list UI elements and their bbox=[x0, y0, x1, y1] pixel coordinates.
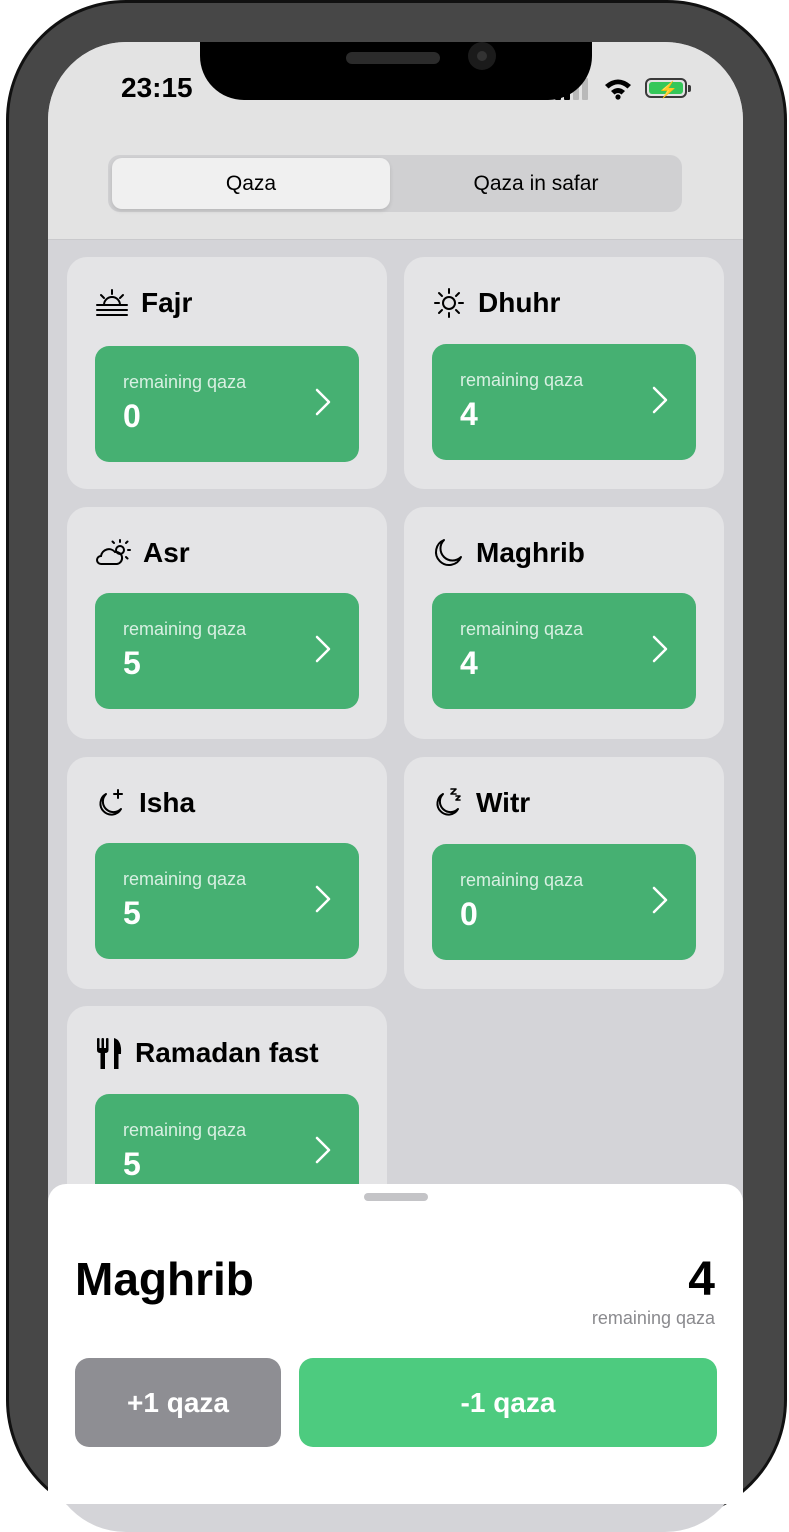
chevron-right-icon bbox=[315, 1136, 331, 1164]
moon-stars-icon bbox=[99, 789, 123, 816]
battery-charging-icon: ⚡ bbox=[645, 78, 691, 99]
remaining-label: remaining qaza bbox=[123, 1120, 247, 1140]
subtract-qaza-button[interactable]: -1 qaza bbox=[299, 1358, 717, 1447]
sun-icon bbox=[434, 288, 464, 318]
remaining-count: 4 bbox=[460, 396, 478, 432]
sheet-grabber[interactable] bbox=[364, 1193, 428, 1201]
front-camera bbox=[468, 42, 496, 70]
moon-icon bbox=[435, 539, 462, 566]
remaining-qaza-button[interactable]: remaining qaza 5 bbox=[95, 843, 359, 959]
fork-knife-icon bbox=[97, 1038, 122, 1069]
remaining-label: remaining qaza bbox=[123, 372, 247, 392]
prayer-title: Ramadan fast bbox=[95, 1036, 319, 1070]
remaining-count: 5 bbox=[123, 895, 141, 931]
cloud-sun-icon bbox=[96, 539, 131, 565]
prayer-name: Maghrib bbox=[476, 537, 585, 568]
remaining-count: 4 bbox=[460, 645, 478, 681]
prayer-name: Isha bbox=[139, 787, 196, 818]
status-time: 23:15 bbox=[121, 72, 193, 103]
prayer-card-fajr: Fajr remaining qaza 0 bbox=[67, 257, 387, 489]
segmented-control: Qaza Qaza in safar bbox=[108, 155, 682, 212]
prayer-card-dhuhr: Dhuhr remaining qaza 4 bbox=[404, 257, 724, 489]
chevron-right-icon bbox=[652, 886, 668, 914]
remaining-qaza-button[interactable]: remaining qaza 4 bbox=[432, 344, 696, 460]
remaining-qaza-button[interactable]: remaining qaza 0 bbox=[432, 844, 696, 960]
prayer-title: Fajr bbox=[95, 287, 192, 319]
speaker bbox=[346, 52, 440, 64]
tab-qaza[interactable]: Qaza bbox=[112, 158, 390, 209]
prayer-name: Ramadan fast bbox=[135, 1037, 319, 1068]
prayer-card-isha: Isha remaining qaza 5 bbox=[67, 757, 387, 989]
sunrise-icon bbox=[96, 289, 128, 316]
prayer-card-asr: Asr remaining qaza 5 bbox=[67, 507, 387, 739]
remaining-count: 0 bbox=[123, 398, 141, 434]
notch bbox=[200, 42, 592, 100]
add-qaza-button[interactable]: +1 qaza bbox=[75, 1358, 281, 1447]
chevron-right-icon bbox=[315, 388, 331, 416]
remaining-qaza-button[interactable]: remaining qaza 4 bbox=[432, 593, 696, 709]
moon-zzz-icon bbox=[436, 788, 461, 816]
prayer-title: Asr bbox=[95, 537, 190, 569]
remaining-label: remaining qaza bbox=[123, 619, 247, 639]
prayer-name: Witr bbox=[476, 787, 531, 818]
chevron-right-icon bbox=[652, 635, 668, 663]
remaining-count: 0 bbox=[460, 896, 478, 932]
chevron-right-icon bbox=[315, 635, 331, 663]
prayer-title: Witr bbox=[432, 787, 530, 819]
prayer-card-witr: Witr remaining qaza 0 bbox=[404, 757, 724, 989]
prayer-title: Dhuhr bbox=[432, 287, 560, 319]
prayer-title: Isha bbox=[95, 787, 195, 819]
chevron-right-icon bbox=[652, 386, 668, 414]
tab-qaza-in-safar[interactable]: Qaza in safar bbox=[394, 158, 678, 209]
sheet-title: Maghrib bbox=[75, 1253, 254, 1305]
prayer-name: Fajr bbox=[141, 287, 193, 318]
remaining-label: remaining qaza bbox=[123, 869, 247, 889]
prayer-card-maghrib: Maghrib remaining qaza 4 bbox=[404, 507, 724, 739]
remaining-label: remaining qaza bbox=[460, 370, 584, 390]
bottom-sheet: Maghrib 4 remaining qaza +1 qaza -1 qaza bbox=[48, 1184, 743, 1504]
remaining-count: 5 bbox=[123, 645, 141, 681]
wifi-icon bbox=[605, 79, 631, 100]
prayer-title: Maghrib bbox=[432, 537, 585, 569]
remaining-label: remaining qaza bbox=[460, 870, 584, 890]
sheet-remaining-count: 4 bbox=[688, 1253, 715, 1306]
remaining-label: remaining qaza bbox=[460, 619, 584, 639]
chevron-right-icon bbox=[315, 885, 331, 913]
remaining-qaza-button[interactable]: remaining qaza 0 bbox=[95, 346, 359, 462]
prayer-name: Asr bbox=[143, 537, 190, 568]
prayer-name: Dhuhr bbox=[478, 287, 561, 318]
remaining-qaza-button[interactable]: remaining qaza 5 bbox=[95, 593, 359, 709]
sheet-remaining-label: remaining qaza bbox=[591, 1308, 715, 1328]
remaining-count: 5 bbox=[123, 1146, 141, 1182]
